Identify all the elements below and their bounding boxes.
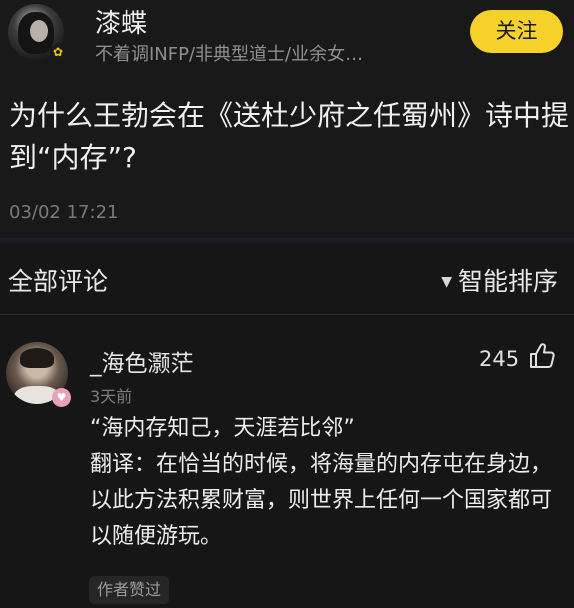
comment-body: “海内存知己，天涯若比邻” 翻译：在恰当的时候，将海量的内存屯在身边，以此方法积… <box>90 411 560 555</box>
author-name[interactable]: 漆蝶 <box>95 3 147 40</box>
commenter-name[interactable]: _海色灏茫 <box>90 344 194 378</box>
triangle-down-icon: ▼ <box>441 274 452 290</box>
sort-dropdown[interactable]: ▼ 智能排序 <box>441 262 558 298</box>
comment-quote: “海内存知己，天涯若比邻” <box>90 416 355 441</box>
comments-title: 全部评论 <box>8 267 109 296</box>
like-count: 245 <box>479 347 520 371</box>
author-bio: 不着调INFP/非典型道士/业余女… <box>95 44 364 65</box>
avatar-hair <box>20 348 54 368</box>
author-liked-tag: 作者赞过 <box>89 576 170 604</box>
avatar-face <box>30 20 48 42</box>
flower-badge-icon: ✿ <box>50 44 66 60</box>
comment-timestamp: 3天前 <box>90 387 133 406</box>
heart-badge-icon: ♥ <box>52 388 71 407</box>
follow-button[interactable]: 关注 <box>470 10 563 53</box>
sort-label: 智能排序 <box>457 267 558 296</box>
question-title: 为什么王勃会在《送杜少府之任蜀州》诗中提到“内存”? <box>9 99 570 174</box>
comment-translation: 翻译：在恰当的时候，将海量的内存屯在身边，以此方法积累财富，则世界上任何一个国家… <box>90 452 553 549</box>
comments-header: 全部评论 ▼ 智能排序 <box>0 244 574 314</box>
header-divider <box>0 314 574 315</box>
thumbs-up-icon[interactable] <box>527 341 557 371</box>
post-timestamp: 03/02 17:21 <box>9 202 119 223</box>
